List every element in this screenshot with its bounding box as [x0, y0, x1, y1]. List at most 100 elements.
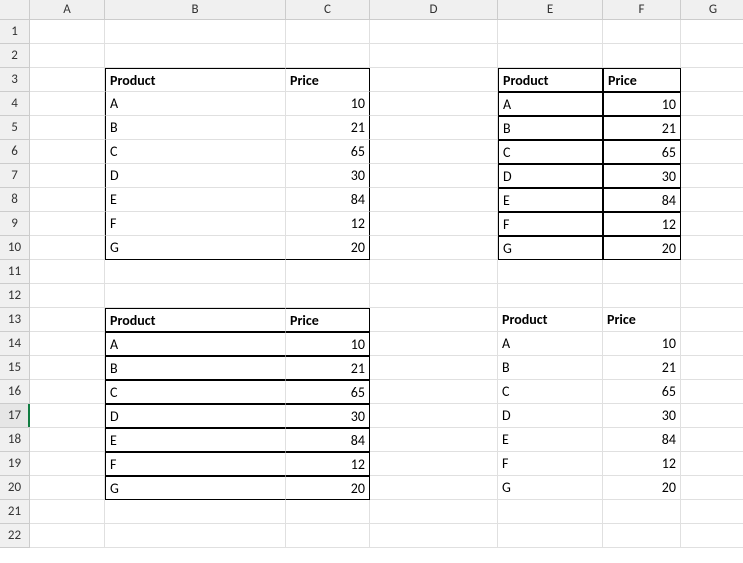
cell-G17[interactable]: [681, 404, 743, 428]
cell-C6[interactable]: 65: [286, 140, 370, 164]
row-header-2[interactable]: 2: [0, 44, 30, 68]
cell-G16[interactable]: [681, 380, 743, 404]
cell-C9[interactable]: 12: [286, 212, 370, 236]
cell-D21[interactable]: [370, 500, 498, 524]
col-header-B[interactable]: B: [105, 0, 286, 20]
cell-B3[interactable]: Product: [105, 68, 286, 92]
cell-A12[interactable]: [30, 284, 105, 308]
cell-B20[interactable]: G: [105, 476, 286, 500]
cell-B14[interactable]: A: [105, 332, 286, 356]
cell-D1[interactable]: [370, 20, 498, 44]
cell-G7[interactable]: [681, 164, 743, 188]
cell-C16[interactable]: 65: [286, 380, 370, 404]
cell-B17[interactable]: D: [105, 404, 286, 428]
cell-F7[interactable]: 30: [603, 164, 681, 188]
cell-B6[interactable]: C: [105, 140, 286, 164]
cell-D14[interactable]: [370, 332, 498, 356]
cell-G18[interactable]: [681, 428, 743, 452]
row-header-7[interactable]: 7: [0, 164, 30, 188]
cell-D11[interactable]: [370, 260, 498, 284]
row-header-11[interactable]: 11: [0, 260, 30, 284]
cell-B22[interactable]: [105, 524, 286, 548]
cell-E6[interactable]: C: [498, 140, 603, 164]
cell-F8[interactable]: 84: [603, 188, 681, 212]
cell-F18[interactable]: 84: [603, 428, 681, 452]
cell-B16[interactable]: C: [105, 380, 286, 404]
cell-B7[interactable]: D: [105, 164, 286, 188]
cell-D18[interactable]: [370, 428, 498, 452]
row-header-16[interactable]: 16: [0, 380, 30, 404]
cell-D8[interactable]: [370, 188, 498, 212]
cell-A6[interactable]: [30, 140, 105, 164]
cell-G12[interactable]: [681, 284, 743, 308]
cell-E18[interactable]: E: [498, 428, 603, 452]
row-header-17[interactable]: 17: [0, 404, 30, 428]
cell-E2[interactable]: [498, 44, 603, 68]
cell-E20[interactable]: G: [498, 476, 603, 500]
cell-B21[interactable]: [105, 500, 286, 524]
col-header-D[interactable]: D: [370, 0, 498, 20]
cell-F22[interactable]: [603, 524, 681, 548]
cell-E10[interactable]: G: [498, 236, 603, 260]
cell-D22[interactable]: [370, 524, 498, 548]
row-header-3[interactable]: 3: [0, 68, 30, 92]
cell-C13[interactable]: Price: [286, 308, 370, 332]
cell-B1[interactable]: [105, 20, 286, 44]
cell-F15[interactable]: 21: [603, 356, 681, 380]
cell-A18[interactable]: [30, 428, 105, 452]
spreadsheet[interactable]: A B C D E F G 12345678910111213141516171…: [0, 0, 743, 563]
cell-B18[interactable]: E: [105, 428, 286, 452]
cell-E19[interactable]: F: [498, 452, 603, 476]
cell-A7[interactable]: [30, 164, 105, 188]
cell-E21[interactable]: [498, 500, 603, 524]
cell-E12[interactable]: [498, 284, 603, 308]
cell-E5[interactable]: B: [498, 116, 603, 140]
cell-C22[interactable]: [286, 524, 370, 548]
cell-E16[interactable]: C: [498, 380, 603, 404]
cell-G13[interactable]: [681, 308, 743, 332]
cell-G9[interactable]: [681, 212, 743, 236]
cell-G10[interactable]: [681, 236, 743, 260]
cell-A11[interactable]: [30, 260, 105, 284]
col-header-A[interactable]: A: [30, 0, 105, 20]
col-header-F[interactable]: F: [603, 0, 681, 20]
cell-C7[interactable]: 30: [286, 164, 370, 188]
cell-F16[interactable]: 65: [603, 380, 681, 404]
row-header-6[interactable]: 6: [0, 140, 30, 164]
cell-G3[interactable]: [681, 68, 743, 92]
cell-D20[interactable]: [370, 476, 498, 500]
row-header-4[interactable]: 4: [0, 92, 30, 116]
cell-G14[interactable]: [681, 332, 743, 356]
cell-E15[interactable]: B: [498, 356, 603, 380]
cell-A22[interactable]: [30, 524, 105, 548]
cell-A19[interactable]: [30, 452, 105, 476]
cell-G2[interactable]: [681, 44, 743, 68]
cell-F12[interactable]: [603, 284, 681, 308]
cell-B15[interactable]: B: [105, 356, 286, 380]
cell-B2[interactable]: [105, 44, 286, 68]
row-header-9[interactable]: 9: [0, 212, 30, 236]
cell-D16[interactable]: [370, 380, 498, 404]
cell-D4[interactable]: [370, 92, 498, 116]
cell-A1[interactable]: [30, 20, 105, 44]
cell-F14[interactable]: 10: [603, 332, 681, 356]
cell-C10[interactable]: 20: [286, 236, 370, 260]
row-header-5[interactable]: 5: [0, 116, 30, 140]
cell-G5[interactable]: [681, 116, 743, 140]
cell-A17[interactable]: [30, 404, 105, 428]
cell-F5[interactable]: 21: [603, 116, 681, 140]
cell-A3[interactable]: [30, 68, 105, 92]
cell-B11[interactable]: [105, 260, 286, 284]
cell-G22[interactable]: [681, 524, 743, 548]
cell-E1[interactable]: [498, 20, 603, 44]
row-header-13[interactable]: 13: [0, 308, 30, 332]
cell-G11[interactable]: [681, 260, 743, 284]
cell-D17[interactable]: [370, 404, 498, 428]
cell-B13[interactable]: Product: [105, 308, 286, 332]
cell-G1[interactable]: [681, 20, 743, 44]
cell-C4[interactable]: 10: [286, 92, 370, 116]
cell-G4[interactable]: [681, 92, 743, 116]
cell-A5[interactable]: [30, 116, 105, 140]
cell-F11[interactable]: [603, 260, 681, 284]
cell-F1[interactable]: [603, 20, 681, 44]
